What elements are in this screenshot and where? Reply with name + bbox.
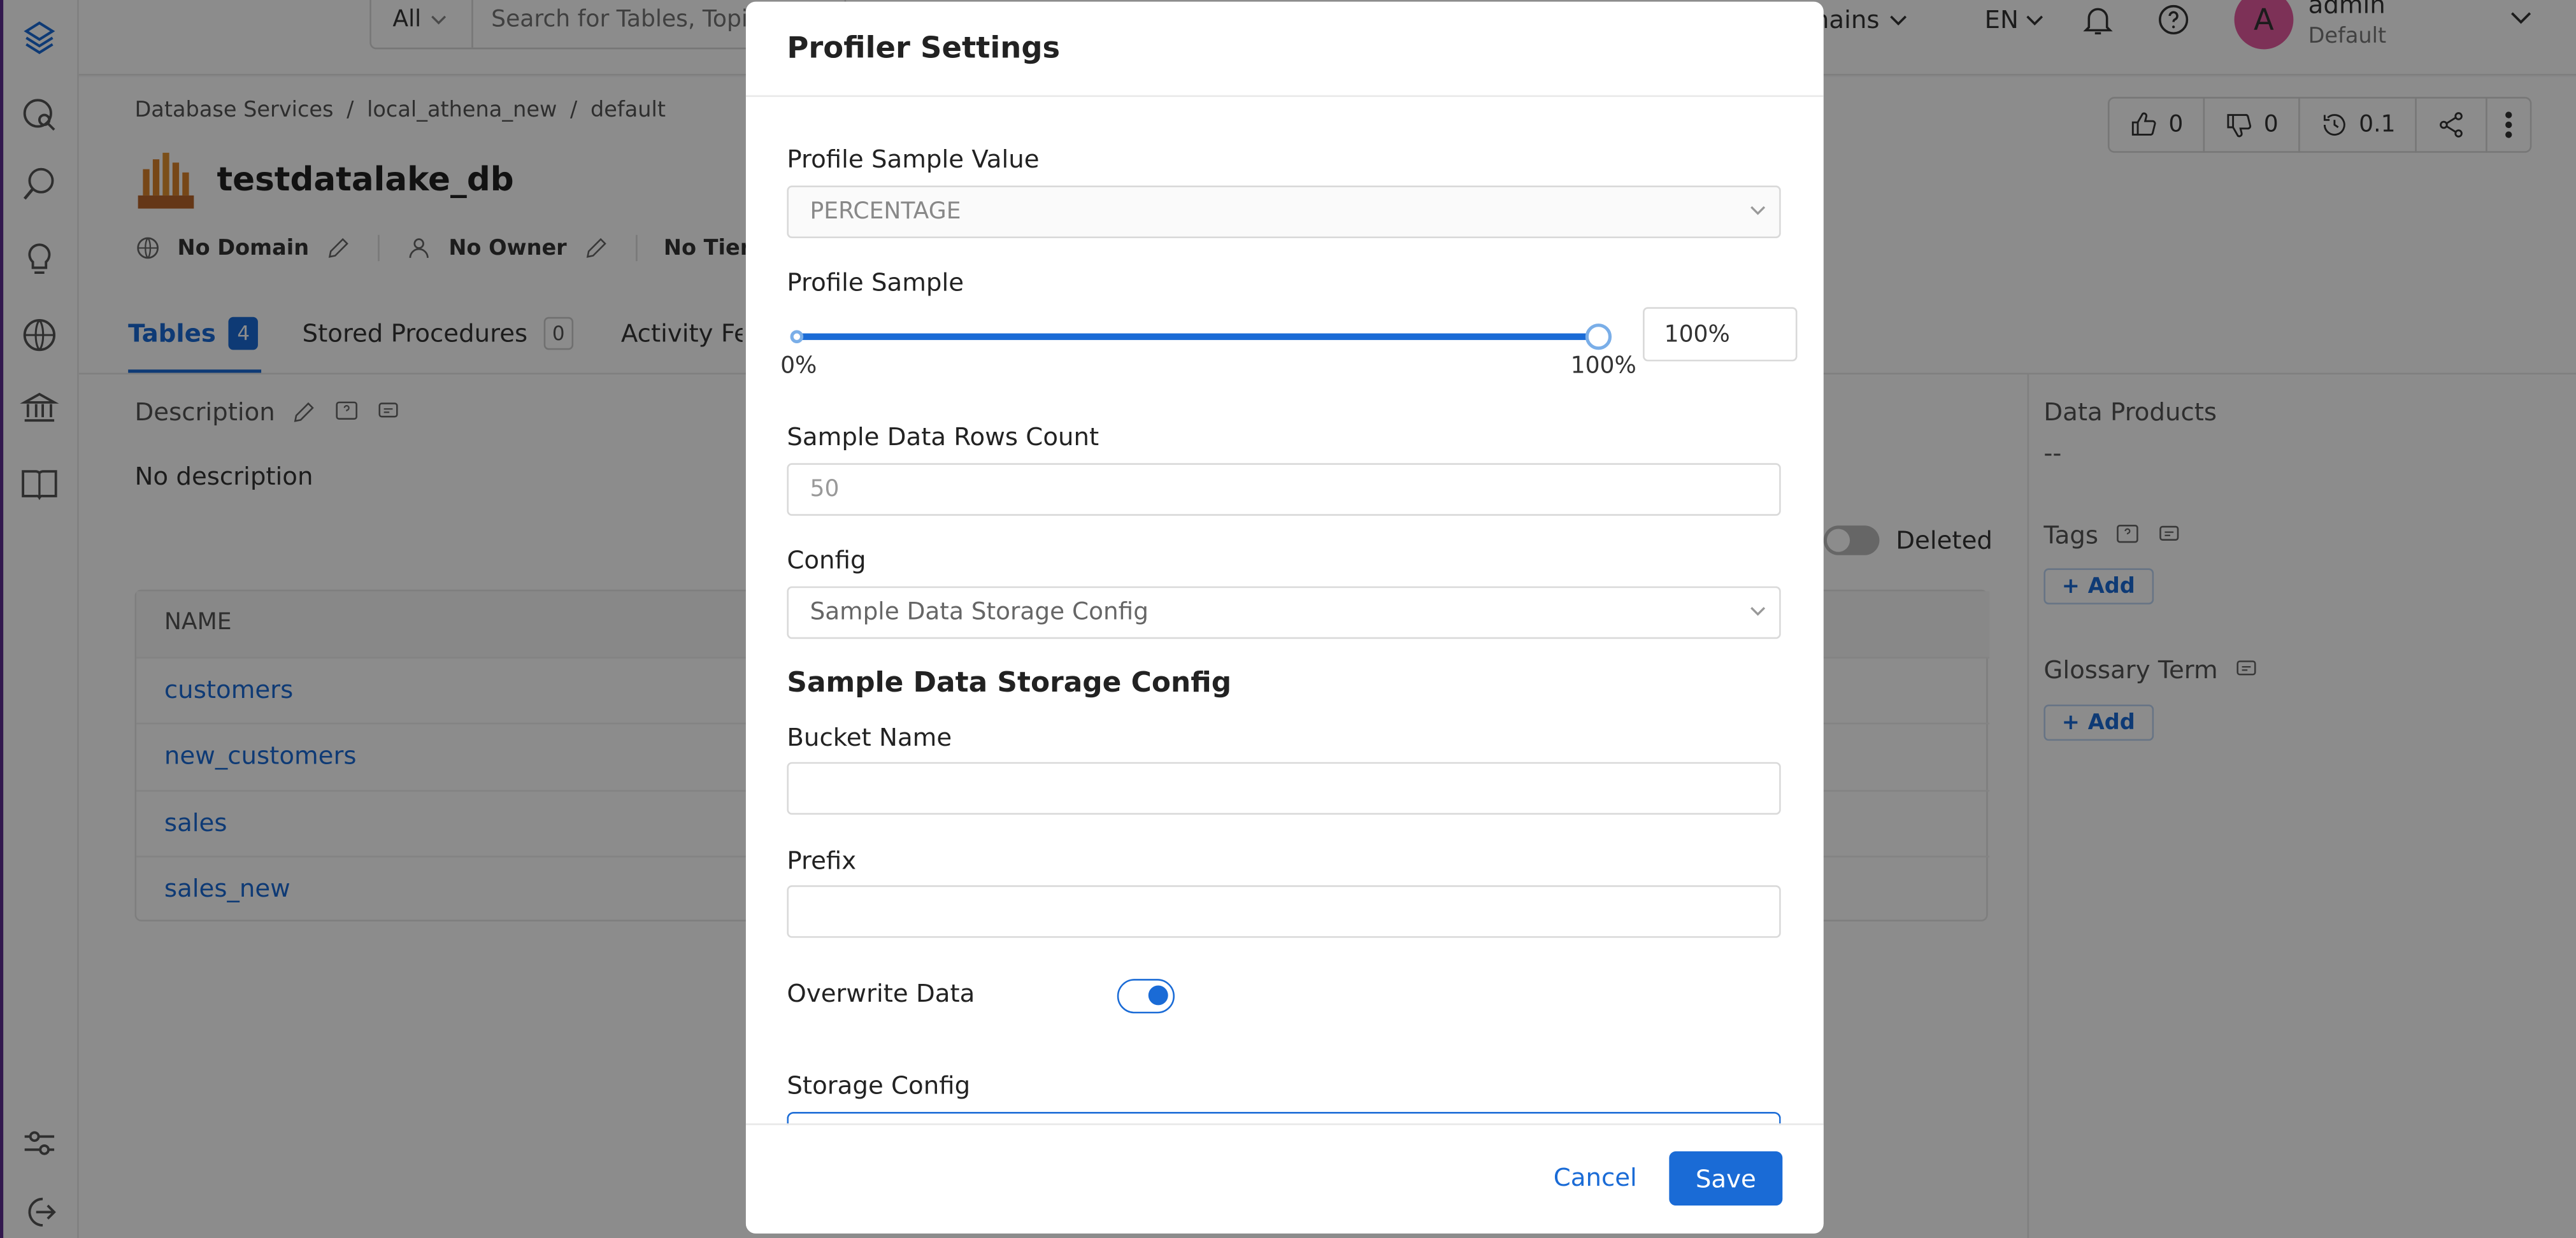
chevron-down-icon: [1750, 205, 1766, 215]
slider-track: [796, 333, 1599, 340]
modal-title: Profiler Settings: [787, 31, 1061, 66]
prefix-input[interactable]: [787, 885, 1781, 938]
modal-header-divider: [745, 95, 1824, 97]
switch-knob: [1148, 985, 1168, 1006]
slider-max-label: 100%: [1570, 353, 1636, 380]
save-button[interactable]: Save: [1669, 1151, 1783, 1206]
profile-sample-value-label: Profile Sample Value: [787, 144, 1040, 174]
profile-sample-label: Profile Sample: [787, 267, 964, 297]
cancel-button[interactable]: Cancel: [1521, 1151, 1669, 1204]
sample-rows-input[interactable]: 50: [787, 463, 1781, 516]
bucket-name-label: Bucket Name: [787, 722, 952, 753]
storage-config-label: Storage Config: [787, 1071, 971, 1100]
bucket-name-input[interactable]: [787, 762, 1781, 815]
profiler-settings-modal: Profiler Settings Profile Sample Value P…: [745, 1, 1824, 1234]
chevron-down-icon: [1750, 606, 1766, 616]
sample-rows-value: 50: [810, 476, 840, 503]
config-select[interactable]: Sample Data Storage Config: [787, 586, 1781, 639]
modal-footer-divider: [745, 1123, 1824, 1125]
slider-min-label: 0%: [780, 353, 817, 380]
overwrite-data-switch[interactable]: [1117, 979, 1175, 1014]
storage-section-title: Sample Data Storage Config: [787, 667, 1232, 700]
config-value: Sample Data Storage Config: [810, 599, 1148, 626]
slider-min-dot: [790, 330, 804, 344]
profile-sample-type-select[interactable]: PERCENTAGE: [787, 185, 1781, 238]
overwrite-data-label: Overwrite Data: [787, 979, 975, 1009]
prefix-label: Prefix: [787, 846, 857, 876]
profile-sample-slider[interactable]: [790, 324, 1612, 350]
sample-rows-label: Sample Data Rows Count: [787, 422, 1099, 452]
profile-sample-type-value: PERCENTAGE: [810, 199, 961, 225]
config-label: Config: [787, 545, 866, 575]
slider-handle[interactable]: [1585, 324, 1612, 350]
profile-sample-input-value: 100%: [1664, 322, 1730, 348]
profile-sample-number-input[interactable]: 100%: [1643, 307, 1798, 362]
